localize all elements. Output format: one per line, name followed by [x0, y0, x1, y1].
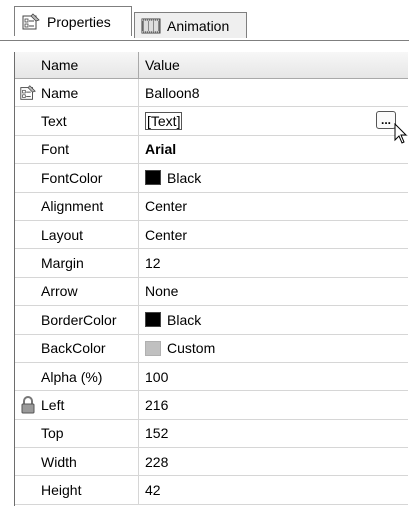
text-value-field[interactable]: [Text]: [145, 112, 183, 131]
property-row-name[interactable]: Name Balloon8: [15, 79, 408, 108]
property-value[interactable]: 152: [145, 425, 168, 441]
property-row-margin[interactable]: Margin 12: [15, 249, 408, 278]
property-value[interactable]: Center: [145, 227, 187, 243]
property-label: Arrow: [41, 283, 78, 300]
property-value[interactable]: 42: [145, 482, 161, 498]
property-label: Text: [41, 113, 67, 130]
property-label: Alignment: [41, 198, 104, 215]
property-value[interactable]: Arial: [145, 141, 176, 157]
property-label: Font: [41, 141, 70, 158]
property-label: Left: [41, 396, 65, 413]
property-label: Width: [41, 453, 77, 470]
property-label: Layout: [41, 226, 84, 243]
property-row-height[interactable]: Height 42: [15, 476, 408, 505]
property-label: Margin: [41, 255, 84, 272]
ellipsis-button[interactable]: ...: [376, 111, 396, 130]
property-label: Height: [41, 482, 82, 499]
lock-icon: [21, 396, 35, 414]
properties-icon: [22, 12, 40, 29]
property-value[interactable]: 228: [145, 454, 168, 470]
property-label: Name: [41, 84, 79, 101]
property-value[interactable]: Center: [145, 198, 187, 214]
property-row-layout[interactable]: Layout Center: [15, 220, 408, 250]
property-row-alignment[interactable]: Alignment Center: [15, 192, 408, 221]
property-row-backcolor[interactable]: BackColor Custom: [15, 334, 408, 363]
properties-icon: [20, 85, 36, 100]
property-value[interactable]: 216: [145, 397, 168, 413]
tab-properties[interactable]: Properties: [14, 6, 132, 36]
property-row-arrow[interactable]: Arrow None: [15, 277, 408, 307]
property-row-font[interactable]: Font Arial: [15, 135, 408, 165]
property-row-left[interactable]: Left 216: [15, 391, 408, 420]
property-value[interactable]: 12: [145, 255, 161, 271]
grid-header: Name Value: [15, 52, 408, 79]
color-swatch: [145, 340, 161, 356]
property-row-top[interactable]: Top 152: [15, 419, 408, 449]
property-label: BackColor: [41, 340, 106, 357]
property-row-text[interactable]: Text [Text] ...: [15, 107, 408, 145]
tab-animation-label: Animation: [167, 17, 230, 34]
property-value[interactable]: Balloon8: [145, 85, 200, 101]
ellipsis-icon: ...: [380, 113, 391, 128]
property-row-width[interactable]: Width 228: [15, 448, 408, 477]
property-label: BorderColor: [41, 311, 117, 328]
property-value[interactable]: 100: [145, 369, 168, 385]
tab-divider: [0, 40, 409, 41]
animation-icon: [141, 18, 161, 33]
tab-properties-label: Properties: [47, 13, 111, 30]
property-label: Top: [41, 425, 64, 442]
tab-animation[interactable]: Animation: [134, 12, 247, 38]
property-value[interactable]: Black: [167, 170, 201, 186]
property-value[interactable]: None: [145, 283, 178, 299]
value-column-header[interactable]: Value: [139, 52, 408, 78]
color-swatch: [145, 170, 161, 186]
property-label: Alpha (%): [41, 368, 103, 385]
color-swatch: [145, 312, 161, 328]
property-row-fontcolor[interactable]: FontColor Black: [15, 164, 408, 193]
property-value[interactable]: Custom: [167, 340, 215, 356]
property-row-bordercolor[interactable]: BorderColor Black: [15, 306, 408, 335]
tab-bar: Properties Animation: [0, 0, 409, 44]
name-column-header[interactable]: Name: [15, 52, 139, 78]
property-label: FontColor: [41, 169, 103, 186]
property-grid: Name Value Name Balloon8 Text [Text] ...: [14, 52, 408, 506]
property-row-alpha[interactable]: Alpha (%) 100: [15, 362, 408, 392]
property-value[interactable]: Black: [167, 312, 201, 328]
